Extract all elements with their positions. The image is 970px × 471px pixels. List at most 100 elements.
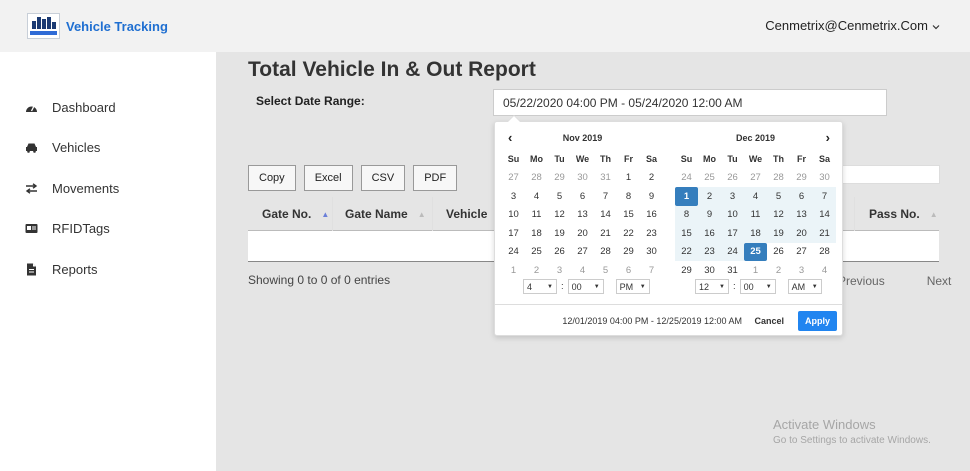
calendar-day[interactable]: 22 [617,224,640,243]
calendar-day[interactable]: 9 [698,205,721,224]
calendar-day[interactable]: 7 [813,187,836,206]
calendar-day[interactable]: 29 [675,261,698,280]
sidebar-item-rfidtags[interactable]: RFIDTags [0,209,216,250]
column-header-pass-no[interactable]: Pass No. ▲ [869,197,938,231]
sidebar-item-dashboard[interactable]: Dashboard [0,87,216,128]
calendar-day[interactable]: 24 [675,169,698,188]
column-header-gate-no[interactable]: Gate No. ▲ [262,197,329,231]
calendar-day[interactable]: 7 [640,261,663,280]
end-minute-select[interactable]: 00 ▼ [739,279,776,294]
pdf-button[interactable]: PDF [413,165,458,191]
calendar-day[interactable]: 3 [790,261,813,280]
calendar-day[interactable]: 7 [594,187,617,206]
calendar-day[interactable]: 6 [617,261,640,280]
calendar-day[interactable]: 28 [594,243,617,262]
calendar-day[interactable]: 17 [502,224,525,243]
calendar-day[interactable]: 5 [767,187,790,206]
calendar-day[interactable]: 31 [594,169,617,188]
calendar-day[interactable]: 24 [502,243,525,262]
calendar-day[interactable]: 13 [571,206,594,225]
calendar-day[interactable]: 27 [790,243,813,262]
calendar-day[interactable]: 5 [594,261,617,280]
date-range-input[interactable]: 05/22/2020 04:00 PM - 05/24/2020 12:00 A… [493,89,887,116]
calendar-day[interactable]: 11 [525,206,548,225]
calendar-day[interactable]: 5 [548,187,571,206]
calendar-day[interactable]: 12 [548,206,571,225]
brand[interactable]: Vehicle Tracking [0,0,216,52]
calendar-day[interactable]: 20 [790,224,813,243]
calendar-day[interactable]: 20 [571,224,594,243]
calendar-day[interactable]: 15 [675,224,698,243]
calendar-day[interactable]: 24 [721,242,744,261]
calendar-day[interactable]: 26 [548,243,571,262]
calendar-day[interactable]: 2 [525,261,548,280]
sidebar-item-movements[interactable]: Movements [0,168,216,209]
calendar-day[interactable]: 8 [675,205,698,224]
calendar-day[interactable]: 1 [675,187,698,206]
calendar-day[interactable]: 28 [525,169,548,188]
column-header-gate-name[interactable]: Gate Name ▲ [345,197,426,231]
start-ampm-select[interactable]: PM ▼ [615,279,650,294]
calendar-day[interactable]: 27 [571,243,594,262]
calendar-day[interactable]: 14 [594,206,617,225]
calendar-day[interactable]: 30 [640,243,663,262]
calendar-day[interactable]: 16 [698,224,721,243]
calendar-day[interactable]: 29 [617,243,640,262]
calendar-day[interactable]: 21 [813,224,836,243]
calendar-day[interactable]: 30 [698,261,721,280]
column-header-vehicle[interactable]: Vehicle [446,197,487,231]
calendar-day[interactable]: 11 [744,205,767,224]
calendar-day[interactable]: 26 [767,243,790,262]
calendar-day[interactable]: 18 [744,224,767,243]
calendar-day[interactable]: 25 [525,243,548,262]
table-search-input[interactable] [840,165,940,184]
excel-button[interactable]: Excel [303,165,353,191]
calendar-day[interactable]: 31 [721,261,744,280]
calendar-day[interactable]: 29 [548,169,571,188]
calendar-day[interactable]: 17 [721,224,744,243]
end-hour-select[interactable]: 12 ▼ [695,279,729,294]
calendar-day[interactable]: 28 [767,169,790,188]
calendar-day[interactable]: 4 [525,187,548,206]
start-minute-select[interactable]: 00 ▼ [567,279,604,294]
chevron-right-icon[interactable]: › [826,130,830,146]
calendar-day[interactable]: 18 [525,224,548,243]
calendar-day[interactable]: 19 [767,224,790,243]
calendar-day[interactable]: 2 [640,169,663,188]
calendar-day[interactable]: 26 [721,169,744,188]
calendar-day[interactable]: 10 [502,206,525,225]
end-ampm-select[interactable]: AM ▼ [787,279,822,294]
apply-button[interactable]: Apply [797,311,837,331]
calendar-day[interactable]: 25 [698,169,721,188]
calendar-day[interactable]: 21 [594,224,617,243]
copy-button[interactable]: Copy [248,165,296,191]
calendar-day[interactable]: 13 [790,205,813,224]
calendar-day[interactable]: 23 [698,242,721,261]
calendar-day[interactable]: 30 [813,169,836,188]
calendar-day[interactable]: 12 [767,205,790,224]
calendar-day[interactable]: 29 [790,169,813,188]
calendar-day[interactable]: 28 [813,243,836,262]
calendar-day[interactable]: 3 [502,187,525,206]
sidebar-item-reports[interactable]: Reports [0,249,216,290]
chevron-left-icon[interactable]: ‹ [508,130,512,146]
calendar-day[interactable]: 2 [698,187,721,206]
calendar-day[interactable]: 25 [744,242,767,261]
calendar-day[interactable]: 14 [813,205,836,224]
calendar-day[interactable]: 6 [790,187,813,206]
calendar-day[interactable]: 4 [744,187,767,206]
calendar-day[interactable]: 4 [571,261,594,280]
calendar-day[interactable]: 1 [617,169,640,188]
calendar-day[interactable]: 10 [721,205,744,224]
calendar-day[interactable]: 6 [571,187,594,206]
calendar-day[interactable]: 19 [548,224,571,243]
calendar-day[interactable]: 8 [617,187,640,206]
calendar-day[interactable]: 1 [744,261,767,280]
calendar-day[interactable]: 16 [640,206,663,225]
calendar-day[interactable]: 15 [617,206,640,225]
previous-page-button[interactable]: Previous [838,274,885,288]
calendar-day[interactable]: 30 [571,169,594,188]
calendar-day[interactable]: 9 [640,187,663,206]
next-page-button[interactable]: Next [927,274,952,288]
calendar-day[interactable]: 4 [813,261,836,280]
